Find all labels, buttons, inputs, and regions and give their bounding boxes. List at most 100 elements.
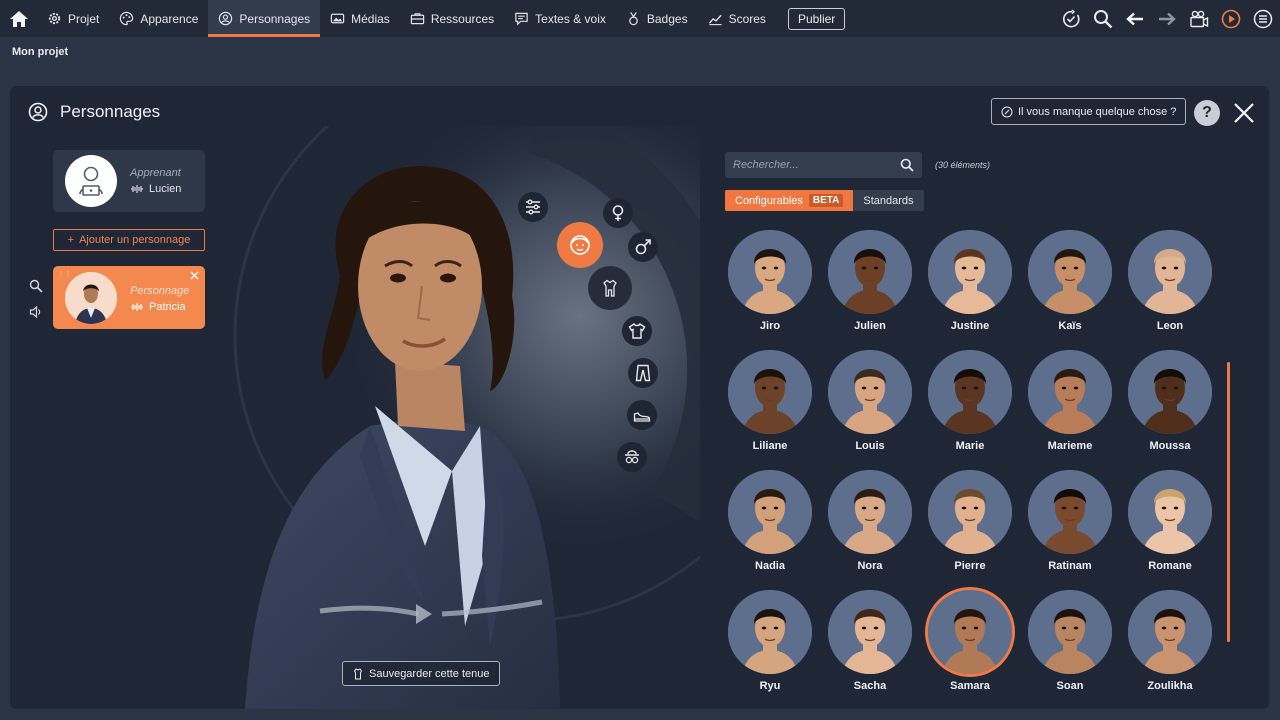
character-tile[interactable]: Ryu [727,590,813,692]
main-nav: Projet Apparence Personnages Médias Ress… [37,0,846,37]
nav-item-medias[interactable]: Médias [320,0,400,37]
character-tile[interactable]: Sacha [827,590,913,692]
search-input[interactable] [733,159,900,171]
accessories-button[interactable] [617,442,647,472]
learner-card[interactable]: Apprenant Lucien [53,150,205,212]
character-name: Moussa [1149,440,1191,452]
close-panel-button[interactable] [1232,101,1256,125]
character-portrait-drawing [1028,350,1112,434]
nav-item-apparence[interactable]: Apparence [109,0,208,37]
character-stage [220,126,700,709]
nav-item-personnages[interactable]: Personnages [208,0,321,37]
face-customize-button[interactable] [557,222,603,268]
briefcase-icon [410,13,425,25]
drag-handle-icon[interactable]: ⋮⋮ [57,270,72,279]
close-icon [190,271,199,280]
selected-character-card[interactable]: ⋮⋮ Personnage Patricia [53,266,205,329]
publish-button[interactable]: Publier [787,7,846,30]
character-tile[interactable]: Moussa [1127,350,1213,452]
character-portrait-drawing [1128,350,1212,434]
menu-button[interactable] [1252,8,1274,30]
nav-item-label: Badges [646,11,688,26]
search-icon[interactable] [900,158,914,172]
character-tile[interactable]: Kaïs [1027,230,1113,332]
voice-preview-button[interactable] [29,305,43,319]
male-button[interactable] [628,232,658,262]
tab-standards[interactable]: Standards [853,190,924,211]
tab-configurables[interactable]: Configurables BETA [725,190,854,211]
character-tile[interactable]: Louis [827,350,913,452]
nav-item-badges[interactable]: Badges [616,0,698,37]
character-tile[interactable]: Justine [927,230,1013,332]
character-name: Nora [857,560,883,572]
preview-play-button[interactable] [1220,8,1242,30]
character-tile[interactable]: Marieme [1027,350,1113,452]
character-tile[interactable]: Ratinam [1027,470,1113,572]
catalogue-scrollbar[interactable] [1227,362,1230,642]
character-portrait-drawing [728,590,812,674]
character-tile[interactable]: Marie [927,350,1013,452]
character-name: Louis [855,440,885,452]
character-tile[interactable]: Julien [827,230,913,332]
nav-item-label: Ressources [430,11,495,26]
add-character-button[interactable]: + Ajouter un personnage [53,229,205,251]
character-name: Leon [1156,320,1184,332]
pants-button[interactable] [628,358,658,388]
character-tile[interactable]: Nora [827,470,913,572]
character-portrait [1128,590,1212,674]
character-tile[interactable]: Liliane [727,350,813,452]
save-outfit-button[interactable]: Sauvegarder cette tenue [342,661,501,686]
nav-item-ressources[interactable]: Ressources [400,0,504,37]
check-sync-button[interactable] [1060,8,1082,30]
catalogue-tabs: Configurables BETA Standards [725,190,924,211]
remove-character-button[interactable] [190,271,199,283]
shoe-icon [633,412,651,422]
female-button[interactable] [603,198,633,228]
character-portrait-drawing [828,470,912,554]
learner-role: Apprenant [130,167,181,179]
character-tile[interactable]: Pierre [927,470,1013,572]
panel-header: Personnages [28,102,160,122]
face-icon [570,235,590,255]
pants-icon [635,364,651,382]
speech-bubble-icon [515,12,528,26]
character-tile[interactable]: Soan [1027,590,1113,692]
character-portrait [1028,590,1112,674]
shoes-button[interactable] [627,400,657,430]
character-tile[interactable]: Romane [1127,470,1213,572]
zoom-button[interactable] [29,279,43,293]
help-button[interactable]: ? [1194,100,1220,126]
character-portrait-drawing [828,350,912,434]
gear-icon [48,12,61,25]
search-button[interactable] [1092,8,1114,30]
sliders-icon [526,199,540,215]
nav-item-projet[interactable]: Projet [37,0,109,37]
camera-button[interactable] [1188,8,1210,30]
tshirt-icon [628,322,646,339]
character-portrait [828,350,912,434]
settings-sliders-button[interactable] [518,192,548,222]
outfit-tag-icon [353,667,363,679]
character-tile[interactable]: Jiro [727,230,813,332]
palette-icon [120,11,134,26]
missing-something-button[interactable]: Il vous manque quelque chose ? [991,98,1187,125]
redo-button[interactable] [1156,8,1178,30]
character-tile[interactable]: Samara [927,590,1013,692]
character-portrait [928,230,1012,314]
character-tile[interactable]: Leon [1127,230,1213,332]
character-avatar [65,272,117,324]
missing-something-label: Il vous manque quelque chose ? [1018,105,1177,118]
character-tile[interactable]: Nadia [727,470,813,572]
character-portrait [1028,350,1112,434]
chart-icon [708,14,722,26]
undo-button[interactable] [1124,8,1146,30]
nav-item-textes-voix[interactable]: Textes & voix [504,0,616,37]
character-portrait-drawing [728,230,812,314]
outfit-button[interactable] [588,266,632,310]
character-tile[interactable]: Zoulikha [1127,590,1213,692]
character-portrait [928,470,1012,554]
top-clothing-button[interactable] [622,316,652,346]
nav-item-scores[interactable]: Scores [698,0,776,37]
home-button[interactable] [0,0,37,37]
search-field[interactable] [725,152,922,178]
